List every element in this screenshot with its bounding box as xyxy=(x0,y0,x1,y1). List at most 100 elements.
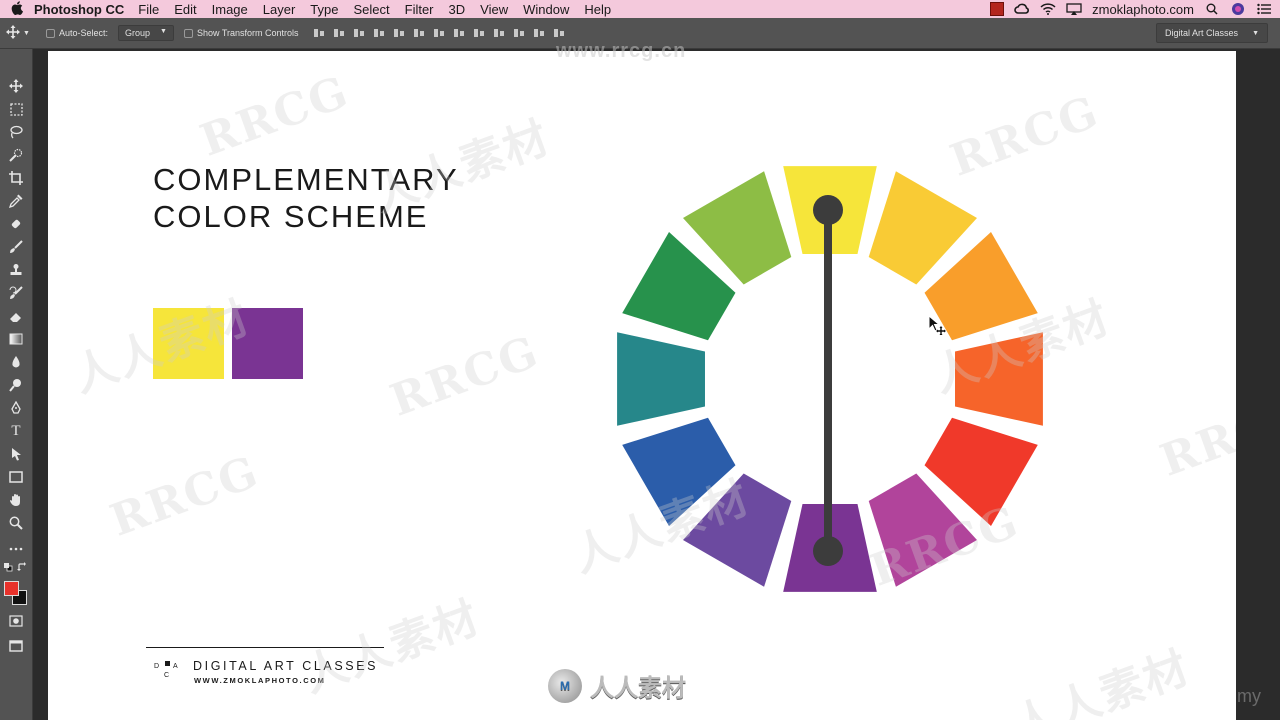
chevron-down-icon: ▼ xyxy=(1252,29,1259,37)
status-area: zmoklaphoto.com xyxy=(990,0,1272,18)
menu-view[interactable]: View xyxy=(480,2,508,17)
purple-swatch xyxy=(232,308,303,379)
foreground-color-swatch[interactable] xyxy=(4,581,19,596)
spotlight-search-icon[interactable] xyxy=(1204,2,1220,16)
align-vertical-centers-icon[interactable] xyxy=(333,27,345,39)
menu-window[interactable]: Window xyxy=(523,2,569,17)
healing-brush-tool-icon[interactable] xyxy=(6,215,26,233)
wheel-segment xyxy=(955,332,1043,426)
distribute-left-icon[interactable] xyxy=(493,27,505,39)
menu-file[interactable]: File xyxy=(138,2,159,17)
app-menu-photoshop[interactable]: Photoshop CC xyxy=(34,2,124,17)
distribute-center-icon[interactable] xyxy=(453,27,465,39)
siri-icon[interactable] xyxy=(1230,2,1246,16)
distribute-hcenter-icon[interactable] xyxy=(513,27,525,39)
align-top-edges-icon[interactable] xyxy=(313,27,325,39)
menu-type[interactable]: Type xyxy=(310,2,338,17)
history-brush-tool-icon[interactable] xyxy=(6,284,26,302)
brand-url: WWW.ZMOKLAPHOTO.COM xyxy=(194,676,326,685)
airplay-icon[interactable] xyxy=(1066,2,1082,16)
hand-tool-icon[interactable] xyxy=(6,491,26,509)
type-tool-icon[interactable]: T xyxy=(6,422,26,440)
align-horizontal-centers-icon[interactable] xyxy=(393,27,405,39)
menu-edit[interactable]: Edit xyxy=(174,2,196,17)
creative-cloud-icon[interactable] xyxy=(1014,2,1030,16)
chevron-down-icon: ▼ xyxy=(160,28,167,35)
blur-tool-icon[interactable] xyxy=(6,353,26,371)
watermark-logo-icon: M xyxy=(548,668,582,703)
slide-title: COMPLEMENTARY COLOR SCHEME xyxy=(153,161,459,235)
tool-preset-picker[interactable]: ▼ xyxy=(0,25,36,41)
slide-title-line-1: COMPLEMENTARY xyxy=(153,162,459,197)
menu-3d[interactable]: 3D xyxy=(449,2,466,17)
logo-letter-d: D xyxy=(154,663,160,670)
watermark-chinese: 人人素材 xyxy=(296,591,487,703)
mac-menu-bar: Photoshop CC File Edit Image Layer Type … xyxy=(0,0,1280,18)
watermark-rrcg: RRCG xyxy=(193,66,356,167)
screen-mode-icon[interactable] xyxy=(6,637,26,655)
show-transform-label: Show Transform Controls xyxy=(196,28,299,38)
document-canvas[interactable]: COMPLEMENTARY COLOR SCHEME D A C DIGITAL… xyxy=(48,51,1236,720)
notification-center-icon[interactable] xyxy=(1256,2,1272,16)
workspace-label: Digital Art Classes xyxy=(1165,28,1239,38)
move-tool-icon[interactable] xyxy=(6,77,26,95)
quick-mask-icon[interactable] xyxy=(6,612,26,630)
chevron-down-icon: ▼ xyxy=(23,29,30,37)
gradient-tool-icon[interactable] xyxy=(6,330,26,348)
align-right-edges-icon[interactable] xyxy=(413,27,425,39)
swap-colors-icon[interactable] xyxy=(16,561,28,573)
quick-selection-tool-icon[interactable] xyxy=(6,146,26,164)
clone-stamp-tool-icon[interactable] xyxy=(6,261,26,279)
menu-image[interactable]: Image xyxy=(212,2,248,17)
edit-toolbar-icon[interactable] xyxy=(6,540,26,558)
eraser-tool-icon[interactable] xyxy=(6,307,26,325)
lasso-tool-icon[interactable] xyxy=(6,123,26,141)
crop-tool-icon[interactable] xyxy=(6,169,26,187)
wheel-segment xyxy=(617,332,705,426)
distribute-bottom-icon[interactable] xyxy=(473,27,485,39)
align-left-edges-icon[interactable] xyxy=(373,27,385,39)
site-label: zmoklaphoto.com xyxy=(1092,1,1194,17)
auto-align-icon[interactable] xyxy=(553,27,565,39)
auto-select-checkbox[interactable] xyxy=(46,28,55,38)
watermark-rrcg: RRCG xyxy=(383,326,546,427)
marquee-tool-icon[interactable] xyxy=(6,100,26,118)
apple-icon[interactable] xyxy=(0,0,34,18)
align-buttons xyxy=(313,27,565,39)
rectangle-tool-icon[interactable] xyxy=(6,468,26,486)
auto-select-label: Auto-Select: xyxy=(59,28,109,38)
watermark-chinese: 人人素材 xyxy=(1006,641,1197,720)
distribute-right-icon[interactable] xyxy=(533,27,545,39)
watermark-rrcg: RRCG xyxy=(103,446,266,547)
menu-filter[interactable]: Filter xyxy=(405,2,434,17)
logo-letter-c: C xyxy=(164,672,170,679)
align-bottom-edges-icon[interactable] xyxy=(353,27,365,39)
brush-tool-icon[interactable] xyxy=(6,238,26,256)
brand-name: DIGITAL ART CLASSES xyxy=(193,659,379,673)
eyedropper-tool-icon[interactable] xyxy=(6,192,26,210)
pen-tool-icon[interactable] xyxy=(6,399,26,417)
show-transform-checkbox[interactable] xyxy=(183,28,193,38)
move-tool-icon xyxy=(6,25,21,41)
default-colors-icon[interactable] xyxy=(2,561,14,573)
footer-divider xyxy=(146,647,384,648)
auto-select-value: Group xyxy=(125,28,151,38)
menu-layer[interactable]: Layer xyxy=(263,2,296,17)
watermark-brand: M 人人素材 xyxy=(548,668,686,703)
watermark-brand-text: 人人素材 xyxy=(590,675,686,702)
auto-select-dropdown[interactable]: Group ▼ xyxy=(118,25,174,41)
wifi-icon[interactable] xyxy=(1040,2,1056,16)
dodge-tool-icon[interactable] xyxy=(6,376,26,394)
indicator-handle-bottom xyxy=(813,536,843,566)
watermark-url: www.rrcg.cn xyxy=(556,40,687,62)
tools-panel: T xyxy=(0,49,33,720)
menu-select[interactable]: Select xyxy=(353,2,389,17)
recording-icon[interactable] xyxy=(990,2,1005,16)
distribute-top-icon[interactable] xyxy=(433,27,445,39)
color-wheel xyxy=(617,166,1043,592)
slide-title-line-2: COLOR SCHEME xyxy=(153,199,429,234)
path-selection-tool-icon[interactable] xyxy=(6,445,26,463)
zoom-tool-icon[interactable] xyxy=(6,514,26,532)
menu-help[interactable]: Help xyxy=(584,2,611,17)
workspace-switcher[interactable]: Digital Art Classes ▼ xyxy=(1156,23,1268,43)
